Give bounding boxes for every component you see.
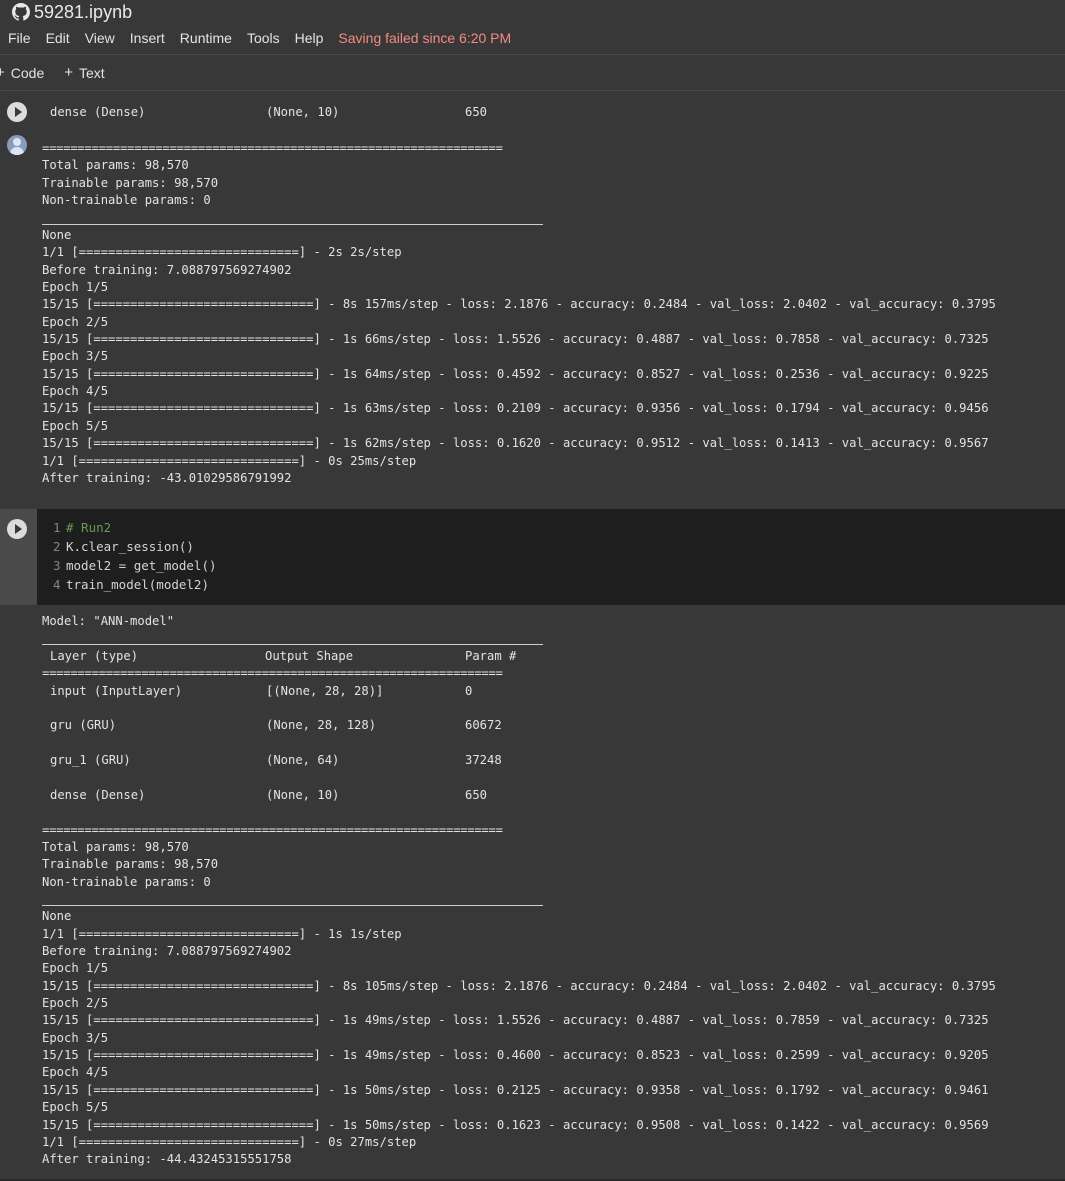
menu-runtime[interactable]: Runtime: [172, 30, 239, 46]
log-line: Epoch 2/5: [42, 996, 109, 1010]
log-line: 1/1 [==============================] - 1…: [42, 927, 402, 941]
code-comment: # Run2: [66, 520, 112, 535]
table-row-params: 650: [465, 788, 488, 802]
log-line: 15/15 [==============================] -…: [42, 1118, 989, 1132]
line-number: 3: [53, 558, 61, 573]
log-line: Epoch 4/5: [42, 384, 109, 398]
table-row-name: dense (Dense): [50, 788, 146, 802]
log-line: 1/1 [==============================] - 0…: [42, 454, 417, 468]
menu-tools[interactable]: Tools: [239, 30, 287, 46]
cell-toolbar: + Code + Text: [0, 55, 1065, 91]
divider-line: [42, 905, 543, 906]
log-line: Epoch 1/5: [42, 961, 109, 975]
code-cell: 1 # Run2 2 K.clear_session() 3 model2 = get…: [0, 509, 1065, 605]
divider-equals: ========================================…: [42, 823, 503, 837]
log-line: Epoch 2/5: [42, 315, 109, 329]
menu-help[interactable]: Help: [287, 30, 331, 46]
table-row-shape: [(None, 28, 28)]: [266, 684, 384, 698]
log-line: Epoch 5/5: [42, 419, 109, 433]
plus-icon: +: [0, 64, 5, 81]
run-cell-button[interactable]: [7, 102, 27, 122]
run-cell-button[interactable]: [7, 519, 27, 539]
log-line: Before training: 7.088797569274902: [42, 263, 292, 277]
divider-equals: ========================================…: [42, 141, 503, 155]
title-row: 59281.ipynb: [12, 2, 132, 22]
code-editor[interactable]: 1 # Run2 2 K.clear_session() 3 model2 = get…: [37, 509, 1065, 605]
total-params: Total params: 98,570: [42, 840, 189, 854]
plus-icon: +: [64, 64, 73, 81]
table-row-params: 0: [465, 684, 473, 698]
divider-line: [42, 644, 543, 645]
notebook-header: 59281.ipynb File Edit View Insert Runtim…: [0, 0, 1065, 55]
code-text: model2 = get_model(): [66, 558, 217, 573]
add-text-button[interactable]: + Text: [64, 64, 104, 81]
table-row-name: gru (GRU): [50, 718, 117, 732]
line-number: 1: [53, 520, 61, 535]
code-line: 2 K.clear_session(): [53, 537, 194, 556]
table-row-name: gru_1 (GRU): [50, 753, 131, 767]
code-text: K.clear_session(): [66, 539, 194, 554]
table-row-shape: (None, 28, 128): [266, 718, 377, 732]
table-row-name: input (InputLayer): [50, 684, 183, 698]
line-number: 4: [53, 577, 61, 592]
log-line: Before training: 7.088797569274902: [42, 944, 292, 958]
log-line: 15/15 [==============================] -…: [42, 297, 996, 311]
log-line: Epoch 3/5: [42, 349, 109, 363]
log-line: 15/15 [==============================] -…: [42, 367, 989, 381]
menu-insert[interactable]: Insert: [122, 30, 172, 46]
non-trainable-params: Non-trainable params: 0: [42, 875, 211, 889]
dense-layer-params: 650: [465, 105, 488, 119]
divider-equals: ========================================…: [42, 666, 503, 680]
trainable-params: Trainable params: 98,570: [42, 176, 219, 190]
model-title: Model: "ANN-model": [42, 614, 175, 628]
log-line: 15/15 [==============================] -…: [42, 436, 989, 450]
total-params: Total params: 98,570: [42, 158, 189, 172]
table-row-params: 60672: [465, 718, 502, 732]
log-line: None: [42, 228, 72, 242]
header-layer: Layer (type): [50, 649, 139, 663]
add-code-label: Code: [10, 64, 45, 81]
log-line: 15/15 [==============================] -…: [42, 1083, 989, 1097]
add-text-label: Text: [79, 64, 105, 81]
github-icon: [12, 3, 30, 21]
menu-file[interactable]: File: [0, 30, 38, 46]
log-line: 1/1 [==============================] - 0…: [42, 1135, 417, 1149]
avatar-icon: [7, 135, 27, 155]
add-code-button[interactable]: + Code: [0, 64, 44, 81]
log-line: After training: -44.43245315551758: [42, 1152, 292, 1166]
log-line: Epoch 3/5: [42, 1031, 109, 1045]
log-line: 1/1 [==============================] - 2…: [42, 245, 402, 259]
code-line: 4 train_model(model2): [53, 575, 209, 594]
log-line: 15/15 [==============================] -…: [42, 1013, 989, 1027]
dense-layer-shape: (None, 10): [266, 105, 340, 119]
code-text: train_model(model2): [66, 577, 209, 592]
line-number: 2: [53, 539, 61, 554]
trainable-params: Trainable params: 98,570: [42, 857, 219, 871]
log-line: 15/15 [==============================] -…: [42, 332, 989, 346]
table-row-shape: (None, 64): [266, 753, 340, 767]
table-row-shape: (None, 10): [266, 788, 340, 802]
header-params: Param #: [465, 649, 517, 663]
menu-edit[interactable]: Edit: [38, 30, 77, 46]
log-line: Epoch 1/5: [42, 280, 109, 294]
dense-layer-name: dense (Dense): [50, 105, 146, 119]
notebook-title[interactable]: 59281.ipynb: [34, 2, 132, 23]
code-line: 3 model2 = get_model(): [53, 556, 217, 575]
header-shape: Output Shape: [265, 649, 354, 663]
log-line: None: [42, 909, 72, 923]
code-line: 1 # Run2: [53, 518, 111, 537]
log-line: Epoch 5/5: [42, 1100, 109, 1114]
log-line: Epoch 4/5: [42, 1065, 109, 1079]
divider-line: [42, 224, 543, 225]
log-line: 15/15 [==============================] -…: [42, 1048, 989, 1062]
non-trainable-params: Non-trainable params: 0: [42, 193, 211, 207]
log-line: 15/15 [==============================] -…: [42, 979, 996, 993]
log-line: After training: -43.01029586791992: [42, 471, 292, 485]
save-status[interactable]: Saving failed since 6:20 PM: [338, 30, 511, 46]
table-row-params: 37248: [465, 753, 502, 767]
menu-bar: File Edit View Insert Runtime Tools Help…: [0, 29, 511, 47]
log-line: 15/15 [==============================] -…: [42, 401, 989, 415]
menu-view[interactable]: View: [77, 30, 122, 46]
